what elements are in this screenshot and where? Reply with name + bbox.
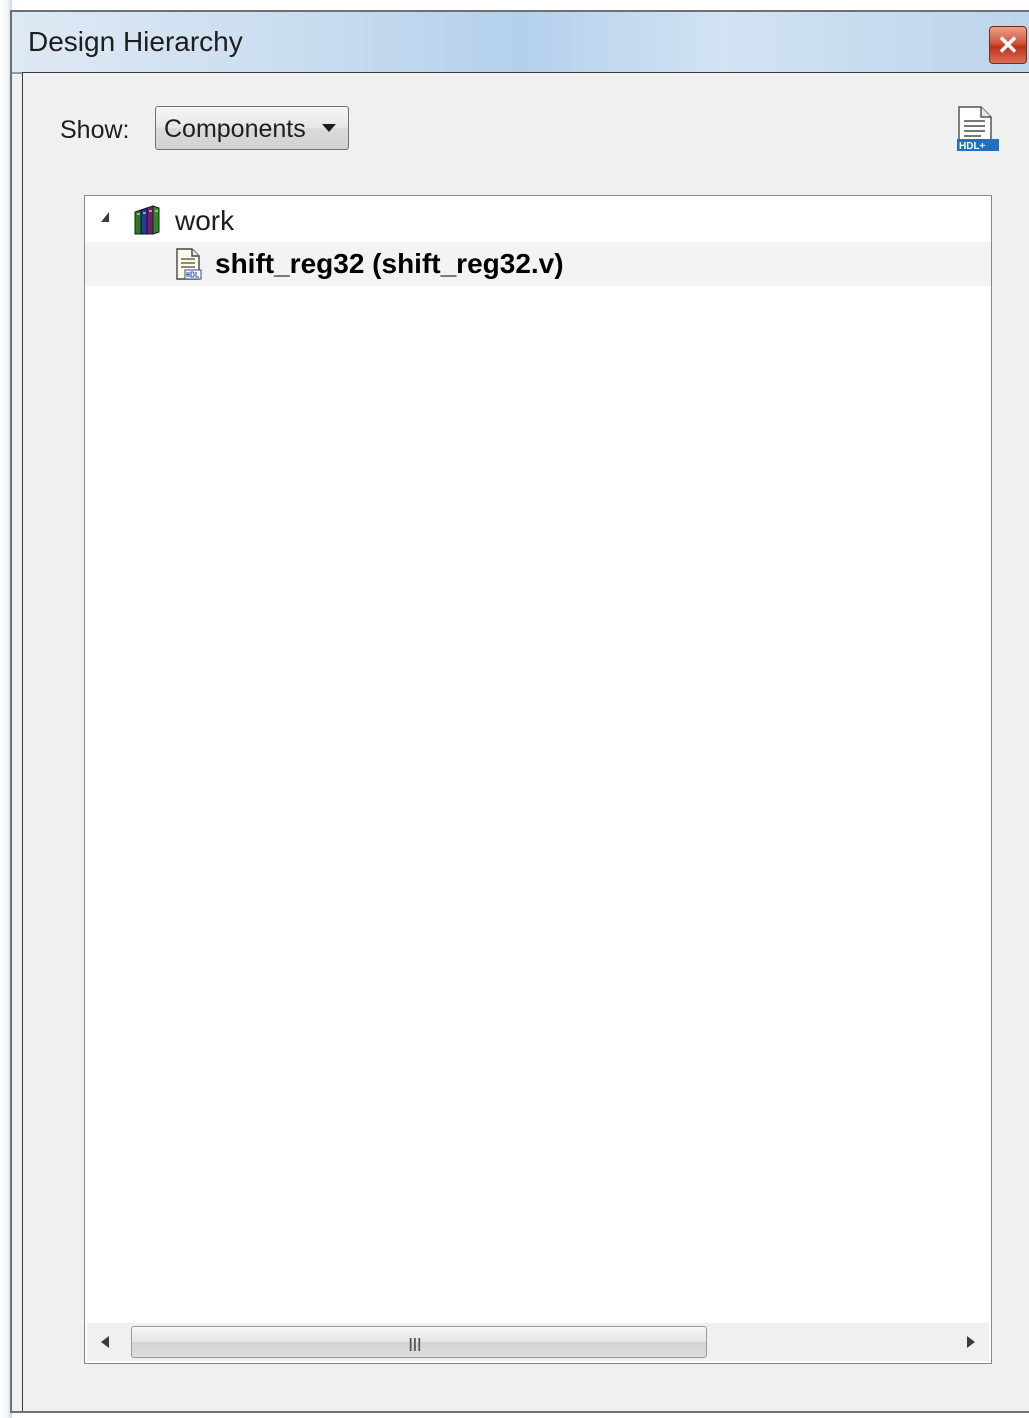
window-title: Design Hierarchy	[28, 26, 243, 57]
show-dropdown[interactable]: Components	[155, 106, 349, 150]
show-dropdown-value: Components	[164, 115, 306, 143]
close-button[interactable]: ✕	[989, 26, 1027, 64]
scroll-left-arrow-icon[interactable]	[101, 1336, 109, 1348]
scrollbar-grip: III	[408, 1335, 422, 1356]
library-books-icon	[134, 205, 160, 235]
tree-node-label: shift_reg32 (shift_reg32.v)	[215, 248, 564, 279]
show-label: Show:	[60, 116, 130, 144]
expand-triangle-icon[interactable]	[101, 212, 109, 222]
hdl-file-icon	[176, 248, 202, 280]
tree-node-work[interactable]: work	[85, 198, 991, 242]
scroll-right-arrow-icon[interactable]	[967, 1336, 975, 1348]
title-bar[interactable]: Design Hierarchy ✕	[12, 12, 1029, 74]
close-icon: ✕	[997, 30, 1019, 60]
horizontal-scrollbar[interactable]: III	[87, 1323, 989, 1361]
scrollbar-thumb[interactable]: III	[131, 1326, 707, 1358]
add-hdl-button[interactable]: HDL+	[953, 105, 1001, 155]
hierarchy-tree[interactable]: work shift_reg32 (shift_reg32.v) III	[84, 195, 992, 1364]
hdl-plus-icon: HDL+	[957, 106, 999, 152]
panel-content: Show: Components HDL+ work shift_reg32 (…	[22, 72, 1029, 1411]
tree-node-label: work	[175, 205, 235, 236]
design-hierarchy-window: Design Hierarchy ✕ Show: Components HDL+	[10, 10, 1029, 1413]
tree-node-shift-reg32[interactable]: shift_reg32 (shift_reg32.v)	[85, 242, 991, 286]
chevron-down-icon	[322, 124, 336, 132]
add-hdl-badge: HDL+	[959, 141, 986, 152]
